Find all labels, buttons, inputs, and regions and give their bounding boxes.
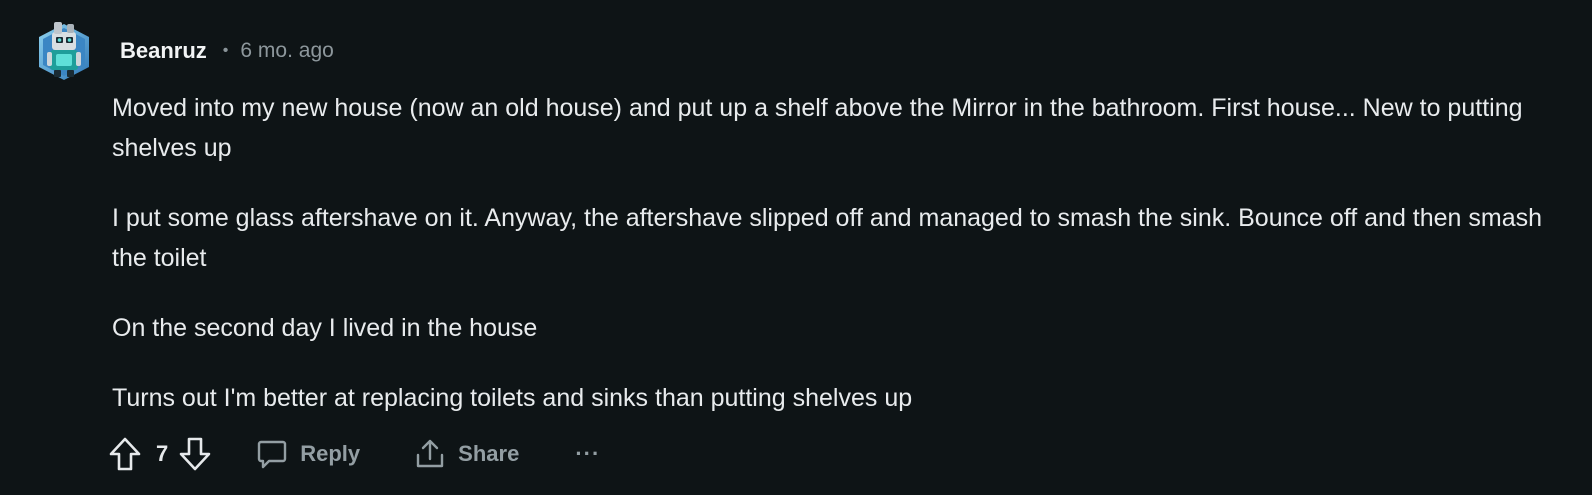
vote-count: 7 bbox=[156, 441, 169, 466]
avatar[interactable] bbox=[34, 18, 94, 86]
comment-action-bar: 7 Reply Share ··· bbox=[108, 432, 600, 476]
share-button[interactable]: Share bbox=[414, 438, 519, 470]
avatar-robot-icon bbox=[39, 22, 89, 80]
comment-body: Moved into my new house (now an old hous… bbox=[112, 88, 1572, 448]
reply-button[interactable]: Reply bbox=[256, 438, 360, 470]
comment-paragraph: I put some glass aftershave on it. Anywa… bbox=[112, 204, 1543, 272]
comment: Beanruz • 6 mo. ago Moved into my new ho… bbox=[0, 0, 1592, 495]
comment-paragraph: On the second day I lived in the house bbox=[112, 314, 538, 342]
downvote-button[interactable] bbox=[178, 436, 212, 472]
comment-meta: Beanruz • 6 mo. ago bbox=[120, 36, 334, 66]
username-link[interactable]: Beanruz bbox=[120, 38, 207, 64]
speech-bubble-icon bbox=[258, 440, 287, 469]
arrow-up-icon bbox=[109, 437, 141, 471]
upvote-button[interactable] bbox=[108, 436, 142, 472]
more-options-button[interactable]: ··· bbox=[575, 441, 600, 467]
timestamp[interactable]: 6 mo. ago bbox=[240, 39, 333, 63]
share-icon bbox=[416, 439, 444, 468]
arrow-down-icon bbox=[179, 437, 211, 471]
comment-paragraph: Turns out I'm better at replacing toilet… bbox=[112, 384, 913, 412]
share-label: Share bbox=[458, 441, 520, 466]
comment-paragraph: Moved into my new house (now an old hous… bbox=[112, 94, 1523, 162]
reply-label: Reply bbox=[300, 441, 361, 466]
meta-separator: • bbox=[222, 42, 229, 59]
